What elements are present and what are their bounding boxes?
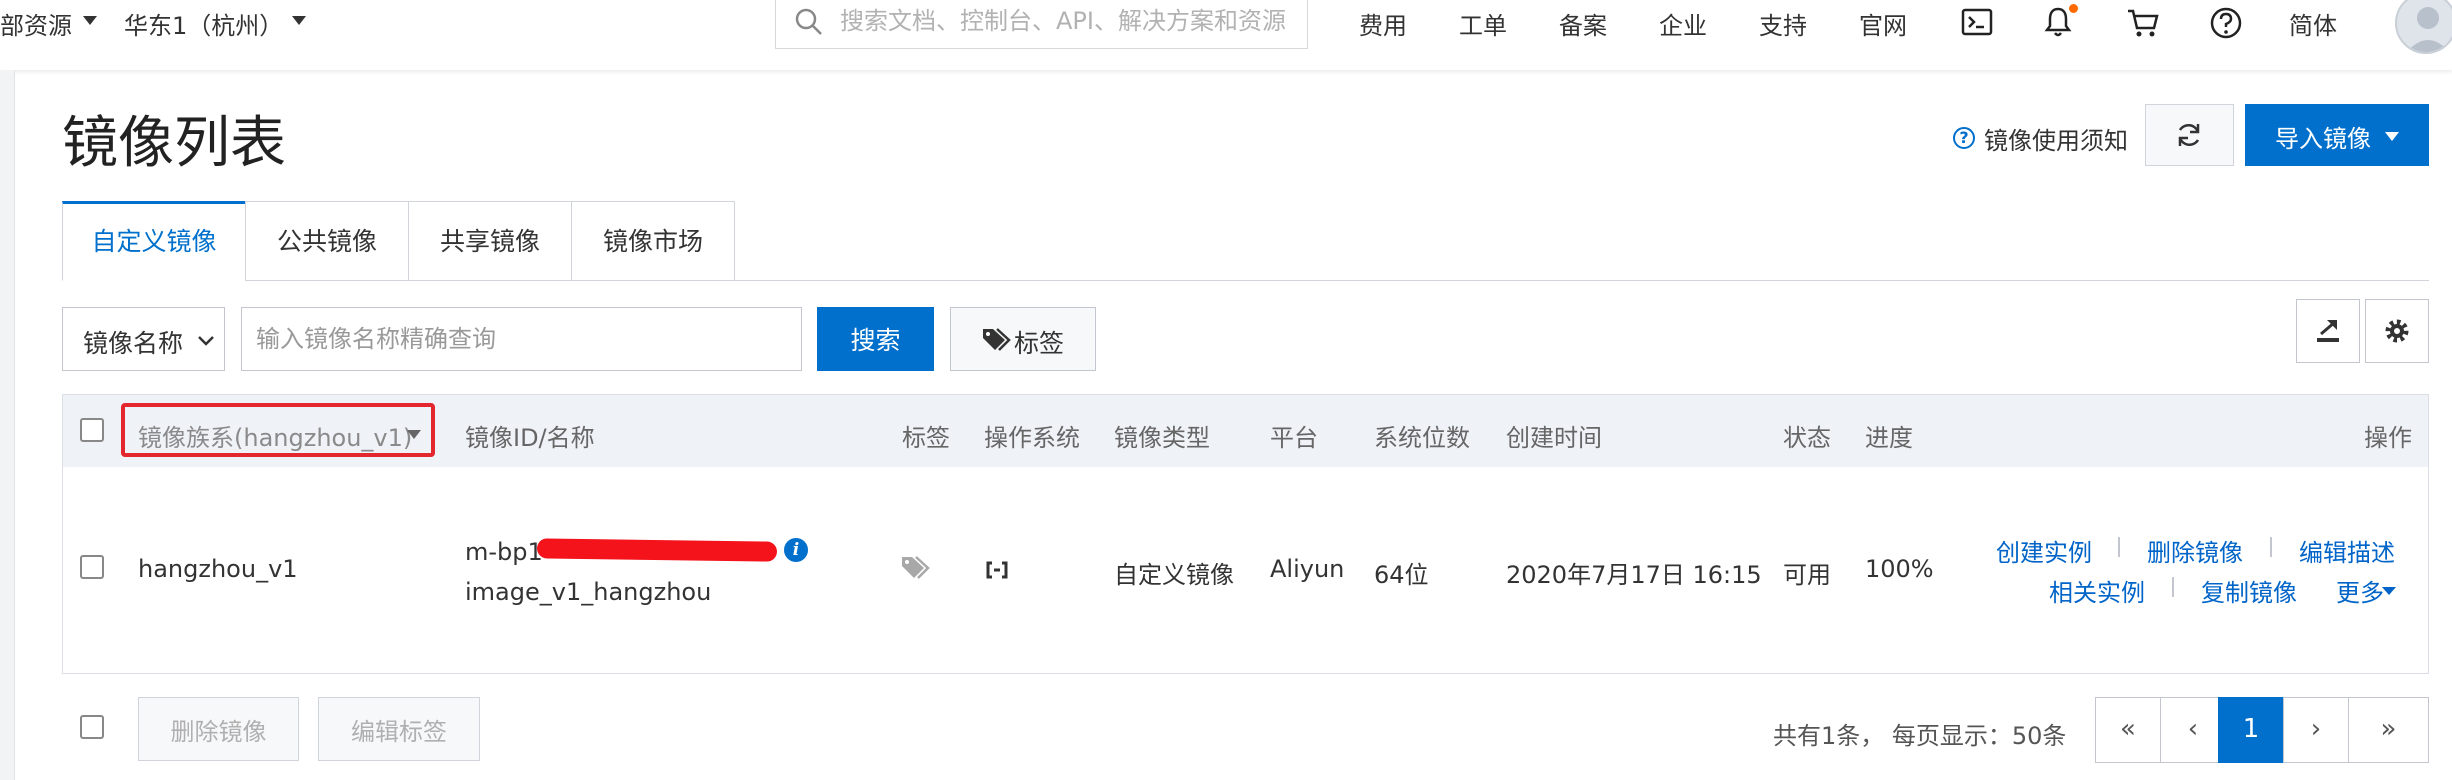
language-switch[interactable]: 简体 [2289,6,2337,41]
column-family[interactable]: 镜像族系(hangzhou_v1) [138,418,412,453]
export-button[interactable] [2296,299,2360,363]
tab-custom-images[interactable]: 自定义镜像 [62,201,246,281]
chevron-down-icon [83,16,97,25]
global-search-input[interactable] [838,5,1302,37]
more-actions-link[interactable]: 更多 [2336,573,2384,608]
settings-button[interactable] [2365,299,2429,363]
tab-shared-images[interactable]: 共享镜像 [408,201,572,281]
cart-icon[interactable] [2126,8,2160,38]
column-os: 操作系统 [984,424,1080,452]
resource-menu[interactable]: 部资源 [0,6,72,41]
cell-image-type: 自定义镜像 [1114,561,1234,589]
column-created: 创建时间 [1506,424,1602,452]
image-notice-link[interactable]: 镜像使用须知 [1984,121,2128,156]
filter-field-select[interactable]: 镜像名称 [62,307,225,371]
separator [2172,577,2174,597]
column-image-id: 镜像ID/名称 [465,424,595,452]
nav-tickets[interactable]: 工单 [1459,6,1507,41]
redaction-mark [536,538,778,562]
avatar[interactable] [2395,0,2452,54]
nav-support[interactable]: 支持 [1759,6,1807,41]
page-title: 镜像列表 [62,111,286,176]
search-button[interactable]: 搜索 [817,307,934,371]
chevron-down-icon [292,16,306,25]
tag-filter-label: 标签 [1014,330,1065,358]
import-image-label: 导入镜像 [2275,125,2371,153]
refresh-button[interactable] [2145,104,2234,166]
export-icon [2317,320,2339,342]
chevron-down-icon [2385,132,2399,141]
edit-description-link[interactable]: 编辑描述 [2299,533,2395,568]
cell-family: hangzhou_v1 [138,555,298,583]
page-prev-button[interactable]: ‹ [2160,697,2226,763]
batch-edit-tags-button[interactable]: 编辑标签 [318,697,480,761]
cell-image-name: image_v1_hangzhou [465,578,712,606]
tag-icon[interactable] [900,554,932,582]
import-image-button[interactable]: 导入镜像 [2245,104,2429,166]
tags-icon [983,328,1011,351]
create-instance-link[interactable]: 创建实例 [1996,533,2092,568]
column-image-type: 镜像类型 [1114,424,1210,452]
delete-image-link[interactable]: 删除镜像 [2147,533,2243,568]
question-icon: ? [1953,127,1975,149]
related-instances-link[interactable]: 相关实例 [2049,573,2145,608]
batch-delete-button[interactable]: 删除镜像 [138,697,299,761]
image-name-search-input[interactable] [241,307,802,371]
cell-platform: Aliyun [1270,555,1345,583]
footer-select-all-checkbox[interactable] [80,715,104,739]
page-last-button[interactable]: » [2348,697,2429,763]
column-bits: 系统位数 [1374,424,1470,452]
copy-image-link[interactable]: 复制镜像 [2201,573,2297,608]
page-number-button[interactable]: 1 [2218,697,2284,763]
left-sidebar-edge [0,70,15,780]
nav-icp[interactable]: 备案 [1559,6,1607,41]
nav-billing[interactable]: 费用 [1359,6,1407,41]
help-icon[interactable] [2210,7,2242,39]
user-icon [2406,7,2450,52]
region-selector[interactable]: 华东1（杭州） [124,6,283,41]
search-icon [795,8,822,35]
select-all-checkbox[interactable] [80,418,104,442]
cell-status: 可用 [1783,561,1831,589]
nav-official-site[interactable]: 官网 [1859,6,1907,41]
chevron-down-icon [2382,587,2396,595]
separator [2118,537,2120,557]
column-actions: 操作 [2364,424,2412,452]
chevron-down-icon [198,336,214,346]
cell-image-id[interactable]: m-bp1 [465,538,543,566]
global-search[interactable] [775,0,1308,49]
column-platform: 平台 [1270,424,1318,452]
cell-bits: 64位 [1374,561,1429,589]
info-icon[interactable]: i [784,538,808,562]
separator [2270,537,2272,557]
top-navbar: 部资源 华东1（杭州） 费用 工单 备案 企业 支持 官网 简体 [0,0,2452,70]
cell-progress: 100% [1865,555,1934,583]
cell-created: 2020年7月17日 16:15 [1506,561,1762,589]
nav-enterprise[interactable]: 企业 [1659,6,1707,41]
chevron-down-icon[interactable] [407,430,421,439]
page-first-button[interactable]: « [2095,697,2161,763]
terminal-icon[interactable] [1961,8,1993,36]
os-icon [986,561,1008,579]
tab-image-market[interactable]: 镜像市场 [571,201,735,281]
bell-icon[interactable] [2044,6,2072,38]
tab-public-images[interactable]: 公共镜像 [245,201,409,281]
column-tags: 标签 [902,424,950,452]
column-progress: 进度 [1865,424,1913,452]
notification-dot [2069,4,2078,13]
page-next-button[interactable]: › [2283,697,2349,763]
column-status: 状态 [1783,424,1831,452]
refresh-icon [2178,123,2200,147]
pagination-summary: 共有1条， 每页显示：50条 [1773,722,2067,750]
tag-filter-button[interactable]: 标签 [950,307,1096,371]
row-checkbox[interactable] [80,555,104,579]
gear-icon [2385,319,2409,343]
table-row [62,467,2429,674]
filter-field-label: 镜像名称 [83,329,184,358]
